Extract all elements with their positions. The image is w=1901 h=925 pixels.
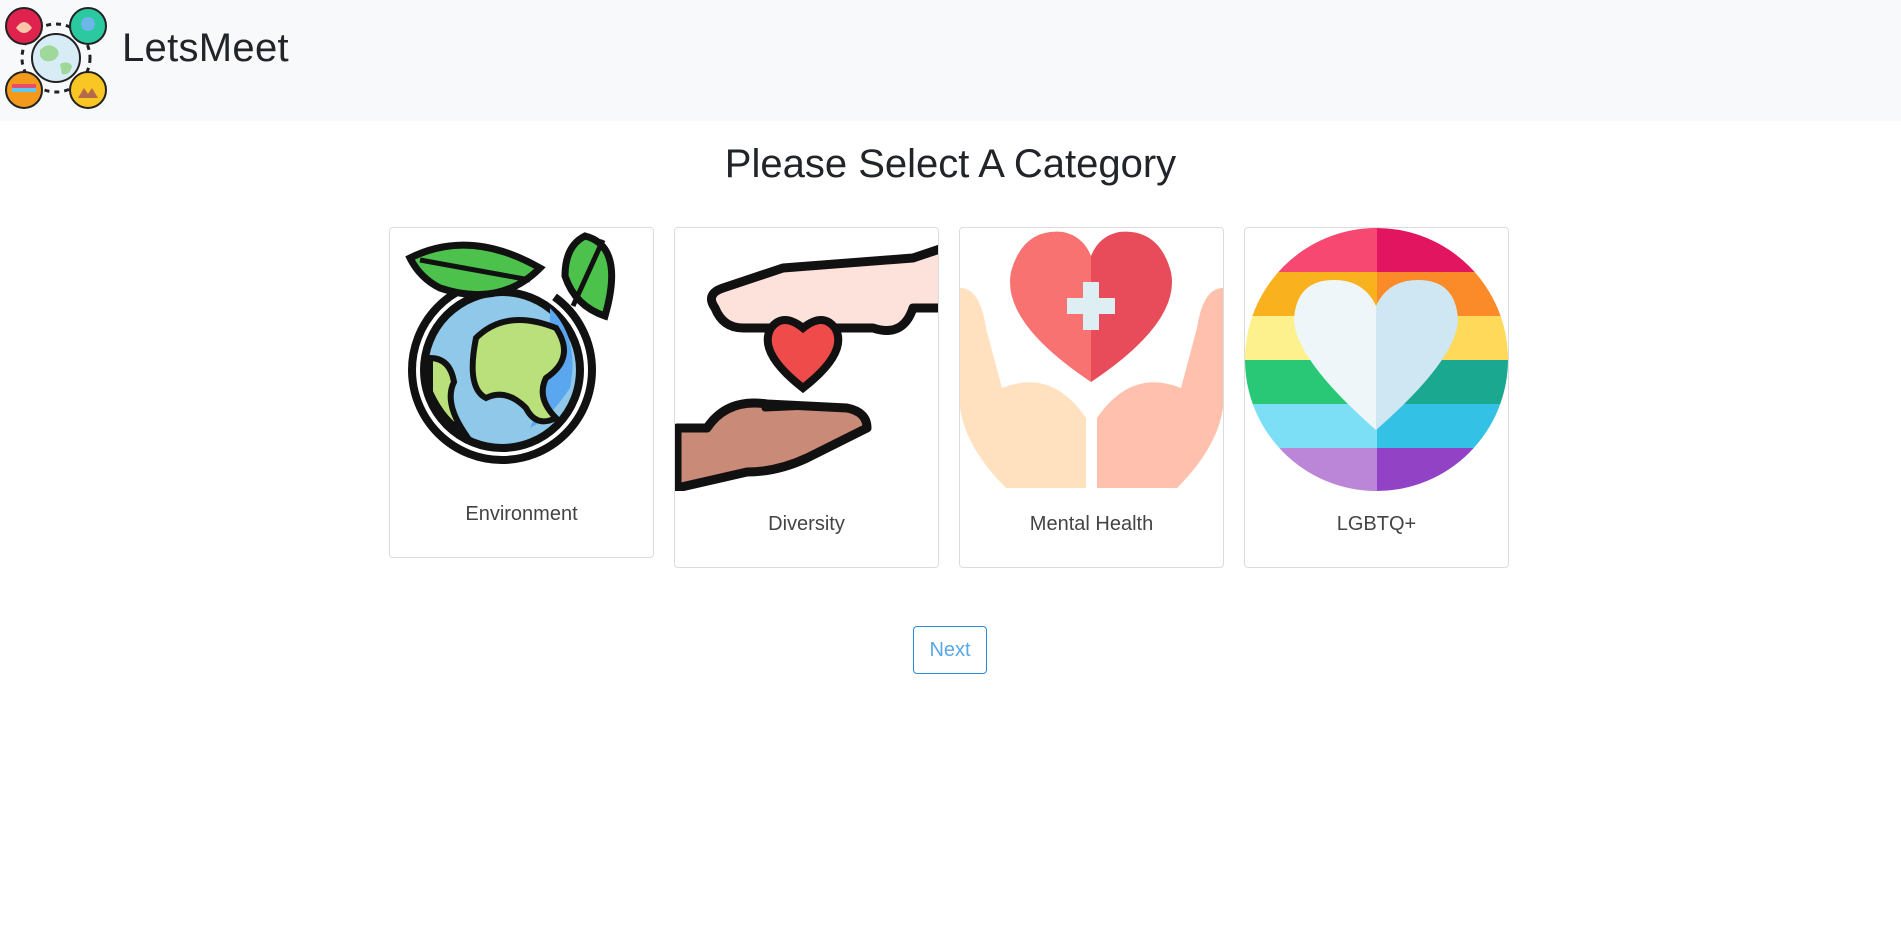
category-label: LGBTQ+ — [1336, 513, 1417, 535]
category-label: Mental Health — [1029, 513, 1154, 535]
earth-leaves-icon — [390, 228, 653, 491]
heart-cross-hands-icon — [960, 228, 1223, 491]
category-label: Diversity — [768, 513, 845, 535]
globe-community-icon[interactable] — [4, 6, 108, 110]
next-button[interactable]: Next — [913, 626, 987, 674]
category-card-lgbtq[interactable]: LGBTQ+ — [1244, 227, 1509, 568]
rainbow-heart-icon — [1245, 228, 1508, 491]
navbar: LetsMeet — [0, 0, 1901, 121]
category-card-diversity[interactable]: Diversity — [674, 227, 939, 568]
page-title: Please Select A Category — [724, 142, 1177, 186]
brand-name[interactable]: LetsMeet — [122, 26, 289, 71]
category-card-environment[interactable]: Environment — [389, 227, 654, 558]
category-card-mental-health[interactable]: Mental Health — [959, 227, 1224, 568]
category-label: Environment — [465, 503, 578, 525]
hands-heart-icon — [675, 228, 938, 491]
